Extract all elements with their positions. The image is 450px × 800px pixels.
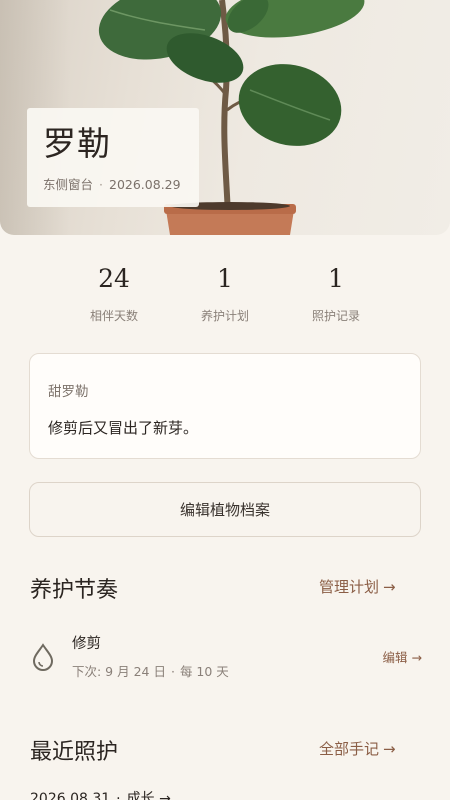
care-item-schedule: 下次: 9 月 24 日 · 每 10 天 bbox=[72, 661, 229, 680]
recent-care-item[interactable]: 2026.08.31 · 成长 → bbox=[30, 788, 171, 800]
note-content: 修剪后又冒出了新芽。 bbox=[48, 419, 199, 437]
arrow-right-icon: → bbox=[383, 740, 396, 758]
note-card: 甜罗勒 修剪后又冒出了新芽。 bbox=[29, 353, 421, 459]
stat-value: 1 bbox=[217, 264, 233, 293]
stat-care-plans[interactable]: 1 养护计划 bbox=[165, 262, 285, 324]
care-item-edit-label: 编辑 bbox=[382, 650, 408, 665]
edit-plant-profile-button[interactable]: 编辑植物档案 bbox=[29, 482, 421, 537]
all-notes-link[interactable]: 全部手记 → bbox=[319, 738, 396, 759]
stat-value: 24 bbox=[98, 264, 130, 293]
care-item-name: 修剪 bbox=[72, 636, 101, 652]
plant-name: 罗勒 bbox=[43, 124, 111, 163]
plant-location: 东侧窗台 bbox=[43, 177, 94, 192]
care-item-next: 下次: 9 月 24 日 bbox=[72, 664, 166, 679]
recent-section-title: 最近照护 bbox=[30, 740, 119, 765]
manage-plans-label: 管理计划 bbox=[319, 578, 380, 596]
arrow-right-icon: → bbox=[159, 791, 171, 800]
arrow-right-icon: → bbox=[383, 578, 396, 596]
arrow-right-icon: → bbox=[411, 650, 422, 665]
care-item-frequency: 每 10 天 bbox=[179, 664, 229, 679]
recent-item-label: 成长 bbox=[126, 791, 155, 800]
water-drop-icon bbox=[32, 643, 54, 671]
stat-care-records[interactable]: 1 照护记录 bbox=[276, 262, 396, 324]
schedule-separator: · bbox=[170, 664, 175, 679]
stat-label: 照护记录 bbox=[311, 309, 360, 323]
manage-plans-link[interactable]: 管理计划 → bbox=[319, 576, 396, 597]
stat-label: 相伴天数 bbox=[89, 309, 138, 323]
care-item-edit-link[interactable]: 编辑 → bbox=[383, 647, 422, 666]
all-notes-label: 全部手记 bbox=[319, 740, 380, 758]
plant-title-card: 罗勒 东侧窗台 · 2026.08.29 bbox=[27, 108, 199, 207]
hero-image: 罗勒 东侧窗台 · 2026.08.29 bbox=[0, 0, 450, 235]
plant-meta: 东侧窗台 · 2026.08.29 bbox=[43, 174, 183, 193]
care-plan-item: 修剪 下次: 9 月 24 日 · 每 10 天 编辑 → bbox=[30, 628, 422, 686]
plant-date: 2026.08.29 bbox=[109, 177, 181, 192]
stat-days: 24 相伴天数 bbox=[54, 262, 174, 324]
note-author: 甜罗勒 bbox=[48, 384, 89, 400]
stat-label: 养护计划 bbox=[200, 309, 249, 323]
meta-separator: · bbox=[99, 177, 103, 192]
stats-row: 24 相伴天数 1 养护计划 1 照护记录 bbox=[0, 262, 450, 332]
stat-value: 1 bbox=[328, 264, 344, 293]
recent-item-date: 2026.08.31 bbox=[30, 791, 111, 800]
care-section-title: 养护节奏 bbox=[30, 578, 119, 603]
recent-item-separator: · bbox=[116, 791, 121, 800]
